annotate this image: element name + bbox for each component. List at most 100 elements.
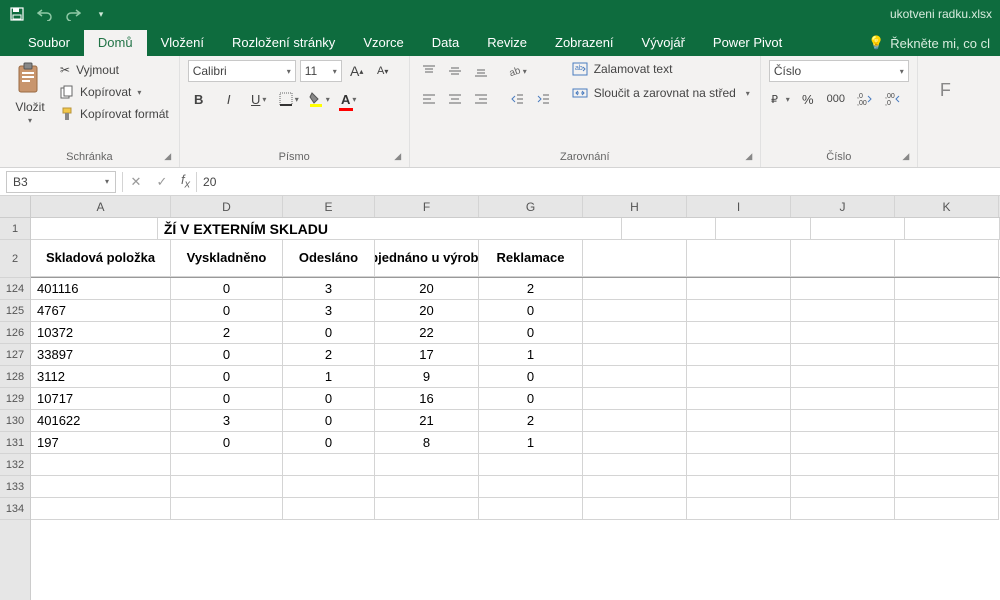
cell[interactable] — [895, 344, 999, 366]
tab-revize[interactable]: Revize — [473, 30, 541, 56]
tab-data[interactable]: Data — [418, 30, 473, 56]
cell[interactable]: 1 — [479, 432, 583, 454]
cell[interactable]: 2 — [171, 322, 283, 344]
align-middle-button[interactable] — [444, 60, 466, 82]
cell[interactable] — [791, 240, 895, 277]
cell[interactable]: Objednáno u výrobce — [375, 240, 479, 277]
cell[interactable] — [171, 454, 283, 476]
align-bottom-button[interactable] — [470, 60, 492, 82]
cell[interactable] — [791, 322, 895, 344]
column-header[interactable]: D — [171, 196, 283, 217]
italic-button[interactable]: I — [218, 88, 240, 110]
column-header[interactable]: H — [583, 196, 687, 217]
cell[interactable] — [687, 476, 791, 498]
clipboard-dialog-launcher[interactable]: ◢ — [161, 149, 175, 163]
increase-indent-button[interactable] — [532, 88, 554, 110]
cell[interactable] — [791, 432, 895, 454]
tab-zobrazeni[interactable]: Zobrazení — [541, 30, 628, 56]
tab-domu[interactable]: Domů — [84, 30, 147, 56]
font-dialog-launcher[interactable]: ◢ — [391, 149, 405, 163]
cell[interactable] — [375, 476, 479, 498]
cell[interactable] — [895, 454, 999, 476]
formula-input[interactable]: 20 — [197, 175, 1000, 189]
cell[interactable]: Reklamace — [479, 240, 583, 277]
cell[interactable]: 21 — [375, 410, 479, 432]
tab-soubor[interactable]: Soubor — [14, 30, 84, 56]
percent-button[interactable]: % — [797, 88, 819, 110]
cell[interactable]: 0 — [283, 388, 375, 410]
save-icon[interactable] — [8, 5, 26, 23]
cell[interactable]: 0 — [171, 278, 283, 300]
cell[interactable] — [791, 454, 895, 476]
redo-icon[interactable] — [64, 5, 82, 23]
cell[interactable] — [479, 454, 583, 476]
cell[interactable] — [687, 366, 791, 388]
cell[interactable]: 16 — [375, 388, 479, 410]
fill-color-button[interactable] — [308, 88, 330, 110]
cell[interactable]: 0 — [479, 388, 583, 410]
shrink-font-button[interactable]: A▾ — [372, 60, 394, 82]
cell[interactable] — [791, 388, 895, 410]
cell[interactable]: ŽÍ V EXTERNÍM SKLADU — [158, 218, 622, 240]
format-painter-button[interactable]: Kopírovat formát — [58, 106, 171, 122]
cell[interactable] — [895, 388, 999, 410]
column-header[interactable]: K — [895, 196, 999, 217]
cell[interactable] — [31, 498, 171, 520]
tab-powerpivot[interactable]: Power Pivot — [699, 30, 796, 56]
cell[interactable]: 0 — [479, 366, 583, 388]
cell[interactable] — [895, 366, 999, 388]
tab-rozlozeni[interactable]: Rozložení stránky — [218, 30, 349, 56]
cell[interactable] — [583, 366, 687, 388]
tab-vyvojar[interactable]: Vývojář — [628, 30, 699, 56]
cell[interactable] — [583, 322, 687, 344]
cell[interactable] — [583, 240, 687, 277]
column-header[interactable]: A — [31, 196, 171, 217]
cell[interactable] — [583, 410, 687, 432]
cell[interactable] — [687, 344, 791, 366]
cell[interactable]: 0 — [171, 300, 283, 322]
cell[interactable] — [791, 278, 895, 300]
paste-button[interactable]: Vložit ▾ — [8, 60, 52, 127]
copy-button[interactable]: Kopírovat▾ — [58, 84, 171, 100]
cell[interactable] — [31, 218, 158, 240]
underline-button[interactable]: U — [248, 88, 270, 110]
fx-icon[interactable]: fx — [181, 172, 190, 191]
cut-button[interactable]: ✂Vyjmout — [58, 62, 171, 78]
enter-formula-button[interactable]: ✓ — [149, 174, 175, 190]
cell[interactable]: 1 — [283, 366, 375, 388]
cell[interactable]: 0 — [283, 322, 375, 344]
grow-font-button[interactable]: A▴ — [346, 60, 368, 82]
cell[interactable] — [583, 432, 687, 454]
align-left-button[interactable] — [418, 88, 440, 110]
row-header[interactable]: 130 — [0, 410, 30, 432]
cell[interactable]: 2 — [283, 344, 375, 366]
cell[interactable]: Odesláno — [283, 240, 375, 277]
cell[interactable]: 3112 — [31, 366, 171, 388]
cell[interactable]: 197 — [31, 432, 171, 454]
orientation-button[interactable]: ab — [506, 60, 528, 82]
row-header[interactable]: 2 — [0, 240, 30, 278]
bold-button[interactable]: B — [188, 88, 210, 110]
cell[interactable]: 20 — [375, 300, 479, 322]
tab-vzorce[interactable]: Vzorce — [349, 30, 417, 56]
name-box[interactable]: B3▾ — [6, 171, 116, 193]
cell[interactable] — [375, 498, 479, 520]
cell[interactable]: 20 — [375, 278, 479, 300]
row-header[interactable]: 125 — [0, 300, 30, 322]
column-header[interactable]: I — [687, 196, 791, 217]
font-size-combo[interactable]: 11▾ — [300, 60, 342, 82]
cell[interactable] — [375, 454, 479, 476]
cell[interactable] — [31, 454, 171, 476]
cell[interactable] — [687, 322, 791, 344]
row-header[interactable]: 131 — [0, 432, 30, 454]
cell[interactable]: 17 — [375, 344, 479, 366]
cell[interactable] — [283, 454, 375, 476]
font-name-combo[interactable]: Calibri▾ — [188, 60, 296, 82]
font-color-button[interactable]: A — [338, 88, 360, 110]
cell[interactable]: 401116 — [31, 278, 171, 300]
cell[interactable]: 0 — [171, 388, 283, 410]
cell[interactable]: 0 — [171, 432, 283, 454]
cell[interactable]: 2 — [479, 410, 583, 432]
cell[interactable] — [283, 498, 375, 520]
align-top-button[interactable] — [418, 60, 440, 82]
